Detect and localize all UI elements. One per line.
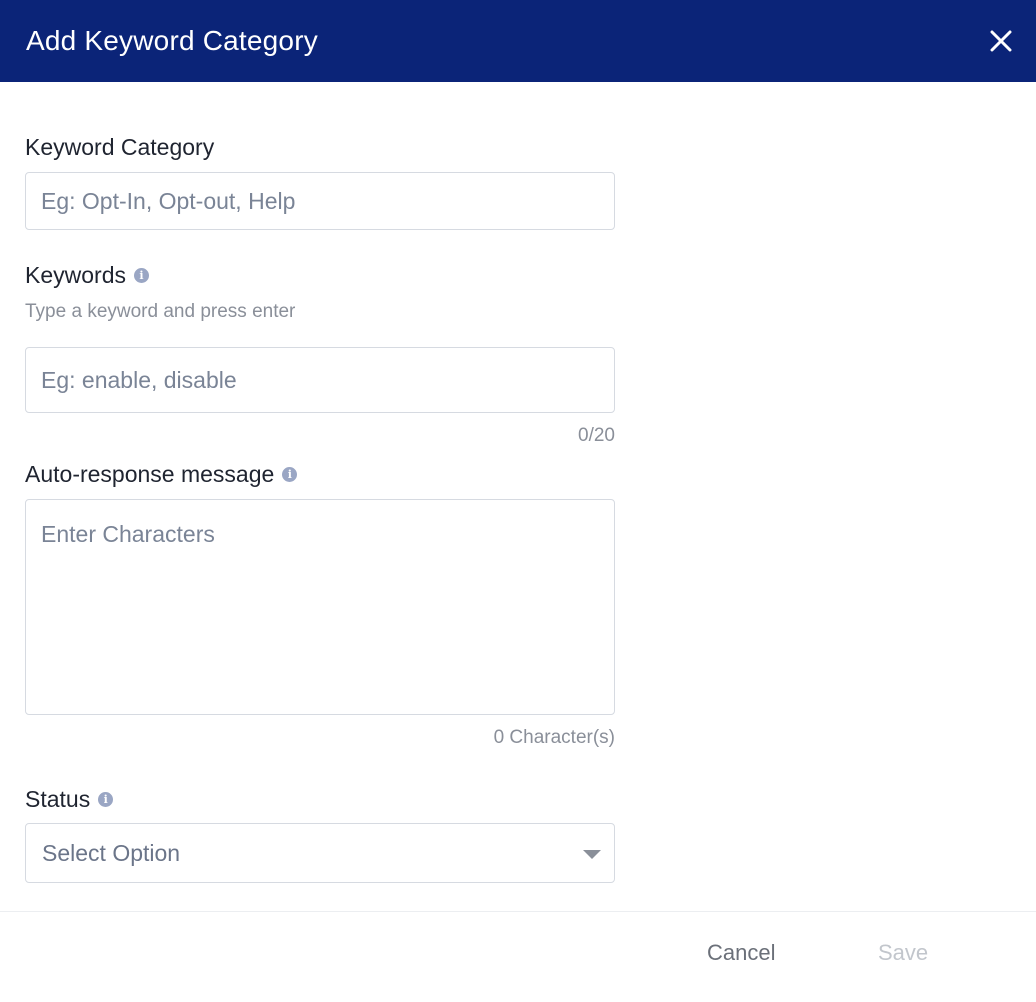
status-info-icon[interactable]: i bbox=[98, 792, 114, 807]
status-label-text: Status bbox=[25, 786, 91, 812]
keywords-hint: Type a keyword and press enter bbox=[25, 301, 296, 322]
caret-down-icon bbox=[583, 850, 601, 859]
close-icon bbox=[990, 30, 1012, 52]
auto-response-info-icon[interactable]: i bbox=[282, 467, 298, 482]
keywords-counter: 0/20 bbox=[578, 425, 615, 446]
keyword-category-label: Keyword Category bbox=[25, 134, 214, 161]
close-button[interactable] bbox=[984, 24, 1018, 58]
status-select[interactable]: Select Option bbox=[25, 823, 615, 883]
add-keyword-category-dialog: Add Keyword Category Keyword Category Ke… bbox=[0, 0, 1036, 1002]
auto-response-textarea[interactable] bbox=[25, 499, 615, 715]
dialog-title: Add Keyword Category bbox=[26, 25, 318, 56]
status-label: Status i bbox=[25, 786, 114, 813]
auto-response-counter: 0 Character(s) bbox=[493, 727, 615, 748]
keywords-label: Keywords i bbox=[25, 262, 149, 289]
keyword-category-label-text: Keyword Category bbox=[25, 134, 215, 160]
keywords-label-text: Keywords bbox=[25, 262, 126, 288]
footer-divider bbox=[0, 911, 1036, 912]
status-select-value: Select Option bbox=[42, 839, 181, 866]
save-button[interactable]: Save bbox=[878, 940, 928, 966]
auto-response-label-text: Auto-response message bbox=[25, 461, 275, 487]
keyword-category-input[interactable] bbox=[25, 172, 615, 230]
keywords-input[interactable] bbox=[25, 347, 615, 413]
auto-response-label: Auto-response message i bbox=[25, 461, 298, 488]
keywords-info-icon[interactable]: i bbox=[133, 268, 149, 283]
dialog-header: Add Keyword Category bbox=[0, 0, 1036, 82]
cancel-button[interactable]: Cancel bbox=[707, 940, 775, 966]
